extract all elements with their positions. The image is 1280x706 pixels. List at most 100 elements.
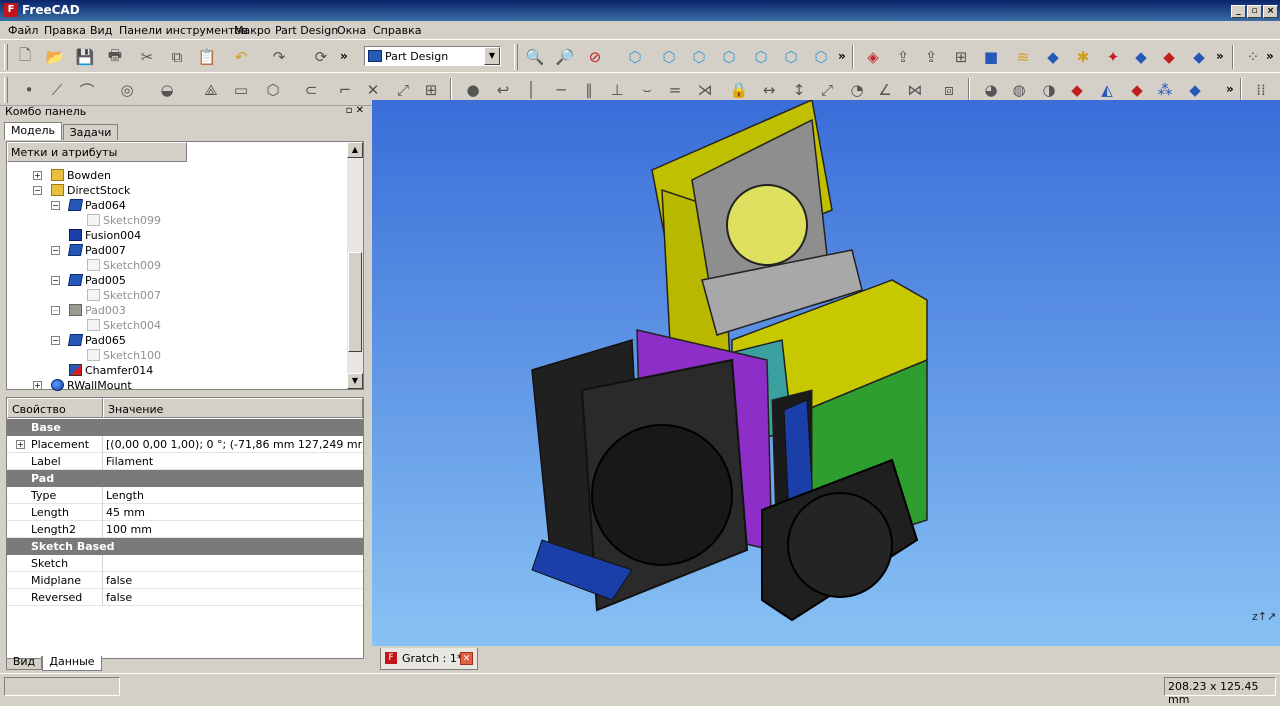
- close-button[interactable]: ×: [1263, 5, 1278, 18]
- undo-icon[interactable]: ↶: [230, 46, 252, 68]
- body-icon[interactable]: ■: [980, 46, 1002, 68]
- menu-windows[interactable]: Окна: [337, 24, 366, 37]
- tree-column-header[interactable]: Метки и атрибуты: [7, 142, 187, 162]
- tab-view[interactable]: Вид: [6, 656, 42, 670]
- coincident-icon[interactable]: ●: [462, 79, 484, 101]
- collapse-icon[interactable]: −: [33, 186, 42, 195]
- property-value[interactable]: 100 mm: [106, 523, 362, 536]
- collapse-icon[interactable]: −: [51, 246, 60, 255]
- collapse-icon[interactable]: −: [51, 336, 60, 345]
- front-view-icon[interactable]: ⬡: [658, 46, 680, 68]
- tangent-icon[interactable]: ⌣: [636, 79, 658, 101]
- menu-help[interactable]: Справка: [373, 24, 421, 37]
- draw-style-icon[interactable]: ⊘: [584, 46, 606, 68]
- tab-tasks[interactable]: Задачи: [63, 124, 118, 140]
- property-row[interactable]: Length2 100 mm: [7, 521, 363, 538]
- external-geometry-icon[interactable]: ⤢: [392, 79, 414, 101]
- toolbar-overflow-icon[interactable]: »: [1216, 49, 1224, 63]
- toolbar-handle[interactable]: [514, 44, 518, 70]
- point-on-object-icon[interactable]: ↩: [492, 79, 514, 101]
- property-row[interactable]: Midplane false: [7, 572, 363, 589]
- slot-icon[interactable]: ⊂: [300, 79, 322, 101]
- property-group[interactable]: Sketch Based: [7, 538, 363, 555]
- zoom-selection-icon[interactable]: 🔎: [554, 46, 576, 68]
- part-container-icon[interactable]: ◈: [862, 46, 884, 68]
- point-icon[interactable]: •: [18, 79, 40, 101]
- cut-icon[interactable]: ✂: [136, 46, 158, 68]
- polygon-icon[interactable]: ⬡: [262, 79, 284, 101]
- layers-icon[interactable]: ≋: [1012, 46, 1034, 68]
- panel-float-close-icon[interactable]: ▫ ✕: [346, 105, 364, 116]
- distance-icon[interactable]: ⤢: [816, 79, 838, 101]
- scroll-thumb[interactable]: [348, 252, 362, 352]
- chevron-down-icon[interactable]: ▼: [484, 47, 500, 65]
- right-view-icon[interactable]: ⬡: [718, 46, 740, 68]
- import-icon[interactable]: ⇪: [892, 46, 914, 68]
- document-tab[interactable]: F Gratch : 1* ✕: [380, 648, 478, 670]
- open-icon[interactable]: 📂: [44, 46, 66, 68]
- scroll-down-icon[interactable]: ▼: [347, 373, 363, 389]
- horizontal-icon[interactable]: ─: [550, 79, 572, 101]
- property-group[interactable]: Pad: [7, 470, 363, 487]
- redo-icon[interactable]: ↷: [268, 46, 290, 68]
- tree-scrollbar[interactable]: ▲ ▼: [347, 142, 363, 389]
- refresh-icon[interactable]: ⟳: [310, 46, 332, 68]
- menu-part-design[interactable]: Part Design: [275, 24, 338, 37]
- close-tab-icon[interactable]: ✕: [460, 652, 473, 665]
- property-column-header[interactable]: Свойство: [7, 398, 103, 418]
- toolbar-overflow-icon[interactable]: »: [838, 49, 846, 63]
- symmetric-icon[interactable]: ⋊: [694, 79, 716, 101]
- grip-icon[interactable]: ⁞⁞: [1250, 79, 1272, 101]
- minimize-button[interactable]: _: [1231, 5, 1246, 18]
- toolbar-overflow-icon[interactable]: »: [1266, 49, 1274, 63]
- toolbar-handle[interactable]: [4, 44, 8, 70]
- perpendicular-icon[interactable]: ⊥: [606, 79, 628, 101]
- vertical-distance-icon[interactable]: ↕: [788, 79, 810, 101]
- pad-tool-icon[interactable]: ◆: [1042, 46, 1064, 68]
- draft-icon[interactable]: ◆: [1066, 79, 1088, 101]
- value-column-header[interactable]: Значение: [103, 398, 363, 418]
- zoom-fit-icon[interactable]: 🔍: [524, 46, 546, 68]
- menu-edit[interactable]: Правка: [44, 24, 86, 37]
- property-value[interactable]: false: [106, 591, 362, 604]
- export-icon[interactable]: ⇪: [920, 46, 942, 68]
- collapse-icon[interactable]: −: [51, 276, 60, 285]
- property-value[interactable]: [(0,00 0,00 1,00); 0 °; (-71,86 mm 127,2…: [106, 438, 362, 451]
- tab-model[interactable]: Модель: [4, 122, 62, 140]
- equal-icon[interactable]: =: [664, 79, 686, 101]
- top-view-icon[interactable]: ⬡: [688, 46, 710, 68]
- workbench-selector[interactable]: Part Design ▼: [364, 46, 501, 66]
- collapse-icon[interactable]: −: [51, 306, 60, 315]
- parallel-icon[interactable]: ∥: [578, 79, 600, 101]
- property-value[interactable]: 45 mm: [106, 506, 362, 519]
- rear-view-icon[interactable]: ⬡: [750, 46, 772, 68]
- polyline-icon[interactable]: ⟁: [200, 79, 222, 101]
- trim-icon[interactable]: ✕: [362, 79, 384, 101]
- restore-button[interactable]: ▫: [1247, 5, 1262, 18]
- bottom-view-icon[interactable]: ⬡: [780, 46, 802, 68]
- property-value[interactable]: Length: [106, 489, 362, 502]
- print-icon[interactable]: 🖶: [104, 46, 126, 68]
- toggle-constraint-icon[interactable]: ⧈: [938, 79, 960, 101]
- property-group[interactable]: Base: [7, 419, 363, 436]
- horizontal-distance-icon[interactable]: ↔: [758, 79, 780, 101]
- snell-icon[interactable]: ⋈: [904, 79, 926, 101]
- polar-pattern-icon[interactable]: ⁂: [1154, 79, 1176, 101]
- line-icon[interactable]: ⟋: [46, 79, 68, 101]
- tab-data[interactable]: Данные: [42, 656, 102, 671]
- toolbar-overflow-icon[interactable]: »: [1226, 82, 1234, 96]
- toolbar-overflow-icon[interactable]: »: [340, 49, 348, 63]
- circle-icon[interactable]: ◎: [116, 79, 138, 101]
- property-row[interactable]: Length 45 mm: [7, 504, 363, 521]
- property-row[interactable]: + Placement [(0,00 0,00 1,00); 0 °; (-71…: [7, 436, 363, 453]
- cut-boolean-icon[interactable]: ◑: [1038, 79, 1060, 101]
- left-view-icon[interactable]: ⬡: [810, 46, 832, 68]
- vertical-icon[interactable]: │: [520, 79, 542, 101]
- copy-icon[interactable]: ⧉: [166, 46, 188, 68]
- mirror-icon[interactable]: ◭: [1096, 79, 1118, 101]
- radius-icon[interactable]: ◔: [846, 79, 868, 101]
- scroll-up-icon[interactable]: ▲: [347, 142, 363, 158]
- new-document-icon[interactable]: 🗋: [14, 46, 36, 68]
- construction-icon[interactable]: ⊞: [420, 79, 442, 101]
- lock-icon[interactable]: 🔒: [728, 79, 750, 101]
